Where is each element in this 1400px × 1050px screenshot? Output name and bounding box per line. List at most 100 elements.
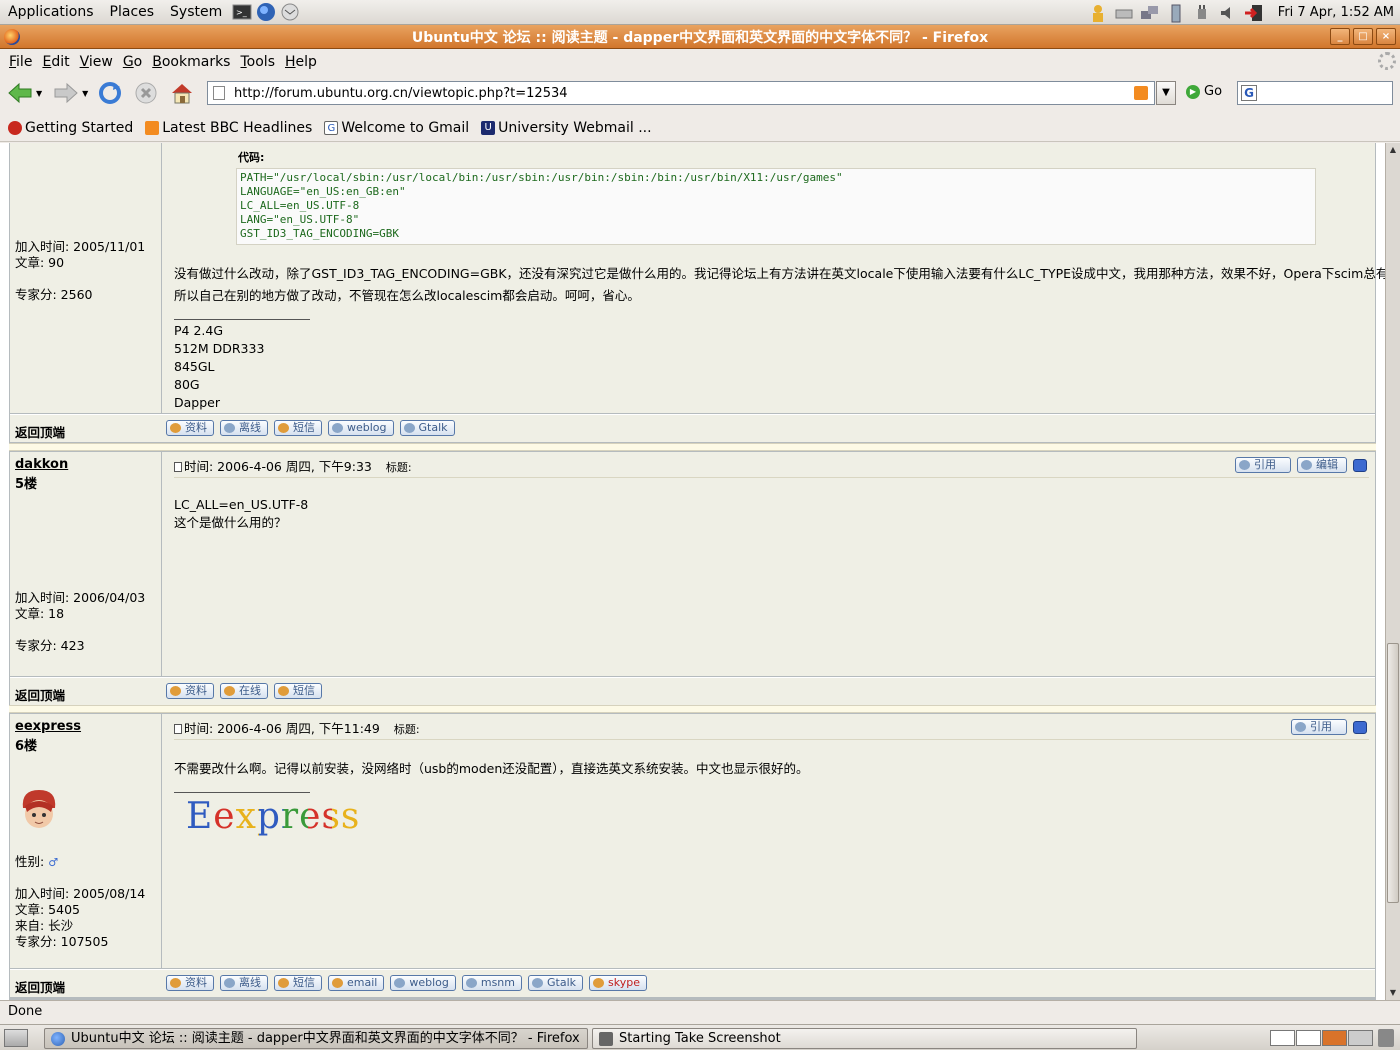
workspace-4[interactable] bbox=[1348, 1030, 1373, 1046]
msn-button[interactable]: msnm bbox=[461, 975, 522, 991]
author-score: 专家分: 107505 bbox=[15, 934, 109, 949]
panel-clock[interactable]: Fri 7 Apr, 1:52 AM bbox=[1278, 5, 1394, 20]
menu-tools[interactable]: Tools bbox=[235, 54, 280, 70]
pm-button[interactable]: 短信 bbox=[274, 975, 322, 991]
gtalk-button[interactable]: Gtalk bbox=[399, 420, 455, 436]
post-text-line: LC_ALL=en_US.UTF-8 bbox=[174, 497, 309, 512]
search-input[interactable]: G bbox=[1237, 81, 1393, 105]
stop-icon[interactable] bbox=[130, 78, 162, 108]
firefox-window-icon[interactable] bbox=[4, 29, 20, 45]
go-button[interactable]: ▶ Go bbox=[1186, 84, 1222, 99]
profile-button[interactable]: 资料 bbox=[166, 420, 214, 436]
forward-arrow-icon[interactable] bbox=[50, 78, 82, 108]
online-button[interactable]: 在线 bbox=[220, 683, 268, 699]
offline-button[interactable]: 离线 bbox=[220, 975, 268, 991]
workspace-2[interactable] bbox=[1296, 1030, 1321, 1046]
back-to-top-link[interactable]: 返回顶端 bbox=[15, 685, 65, 704]
bookmark-gmail[interactable]: G Welcome to Gmail bbox=[324, 120, 469, 136]
weblog-button[interactable]: weblog bbox=[328, 420, 394, 436]
author-username[interactable]: eexpress bbox=[15, 719, 81, 734]
mail-launcher-icon[interactable] bbox=[279, 2, 301, 22]
university-icon: U bbox=[481, 120, 496, 135]
post-document-icon bbox=[174, 462, 182, 472]
code-line: LANGUAGE="en_US:en_GB:en" bbox=[240, 185, 406, 198]
skype-button[interactable]: skype bbox=[589, 975, 647, 991]
trash-icon[interactable] bbox=[1378, 1029, 1394, 1047]
printer-icon[interactable] bbox=[1113, 3, 1135, 23]
menu-help[interactable]: Help bbox=[280, 54, 322, 70]
url-bar[interactable]: http://forum.ubuntu.org.cn/viewtopic.php… bbox=[207, 81, 1155, 105]
back-to-top-link[interactable]: 返回顶端 bbox=[15, 422, 65, 441]
show-desktop-icon[interactable] bbox=[4, 1029, 28, 1047]
bookmark-getting-started[interactable]: Getting Started bbox=[8, 120, 133, 136]
scroll-up-arrow-icon[interactable]: ▲ bbox=[1386, 143, 1400, 157]
author-username[interactable]: dakkon bbox=[15, 457, 68, 472]
weblog-button[interactable]: weblog bbox=[390, 975, 456, 991]
back-to-top-link[interactable]: 返回顶端 bbox=[15, 977, 65, 996]
getting-started-icon bbox=[8, 120, 22, 135]
menu-go[interactable]: Go bbox=[118, 54, 147, 70]
places-menu[interactable]: Places bbox=[102, 0, 163, 25]
ip-info-icon[interactable] bbox=[1353, 458, 1367, 472]
post-text-line: 所以自己在别的地方做了改动，不管现在怎么改localescim都会启动。呵呵，省… bbox=[174, 288, 640, 303]
page-content: 加入时间: 2005/11/01 文章: 90 专家分: 2560 代码: PA… bbox=[0, 143, 1385, 1000]
google-search-icon[interactable]: G bbox=[1241, 85, 1257, 101]
menu-file[interactable]: File bbox=[4, 54, 37, 70]
maximize-button[interactable]: □ bbox=[1353, 28, 1373, 45]
web-browser-launcher-icon[interactable] bbox=[255, 2, 277, 22]
vertical-scrollbar[interactable]: ▲ ▼ bbox=[1385, 143, 1400, 1000]
window-titlebar[interactable]: Ubuntu中文 论坛 :: 阅读主题 - dapper中文界面和英文界面的中文… bbox=[0, 25, 1400, 49]
url-text[interactable]: http://forum.ubuntu.org.cn/viewtopic.php… bbox=[234, 86, 568, 101]
url-history-dropdown[interactable]: ▼ bbox=[1156, 81, 1176, 105]
back-arrow-icon[interactable] bbox=[4, 78, 36, 108]
ip-info-icon[interactable] bbox=[1353, 720, 1367, 734]
post-subject: 标题: bbox=[385, 461, 412, 474]
user-switcher-icon[interactable] bbox=[1087, 3, 1109, 23]
menu-edit[interactable]: Edit bbox=[37, 54, 74, 70]
system-menu[interactable]: System bbox=[162, 0, 230, 25]
pm-button[interactable]: 短信 bbox=[274, 683, 322, 699]
scroll-down-arrow-icon[interactable]: ▼ bbox=[1386, 986, 1400, 1000]
home-icon[interactable] bbox=[166, 78, 198, 108]
post-floor: 5楼 bbox=[15, 477, 38, 492]
close-button[interactable]: × bbox=[1376, 28, 1396, 45]
minimize-button[interactable]: _ bbox=[1330, 28, 1350, 45]
forward-history-chevron-icon[interactable]: ▼ bbox=[82, 89, 88, 98]
workspace-1[interactable] bbox=[1270, 1030, 1295, 1046]
profile-button[interactable]: 资料 bbox=[166, 975, 214, 991]
signature-line: 80G bbox=[174, 377, 200, 392]
offline-button[interactable]: 离线 bbox=[220, 420, 268, 436]
email-button[interactable]: email bbox=[328, 975, 385, 991]
quote-button[interactable]: 引用 bbox=[1235, 457, 1291, 473]
bookmark-bbc-headlines[interactable]: Latest BBC Headlines bbox=[145, 120, 312, 136]
forum-post: dakkon 5楼 加入时间: 2006/04/03 文章: 18 专家分: 4… bbox=[9, 451, 1376, 705]
google-icon: G bbox=[324, 120, 339, 135]
volume-icon[interactable] bbox=[1217, 3, 1239, 23]
battery-icon[interactable] bbox=[1165, 3, 1187, 23]
menu-bookmarks[interactable]: Bookmarks bbox=[147, 54, 235, 70]
applications-menu[interactable]: Applications bbox=[0, 0, 102, 25]
logout-icon[interactable] bbox=[1243, 3, 1265, 23]
pm-button[interactable]: 短信 bbox=[274, 420, 322, 436]
bookmarks-toolbar: Getting Started Latest BBC Headlines G We… bbox=[0, 114, 1400, 142]
taskbar-item-firefox[interactable]: Ubuntu中文 论坛 :: 阅读主题 - dapper中文界面和英文界面的中文… bbox=[44, 1028, 588, 1049]
post-header: 时间: 2006-4-06 周四, 下午11:49 标题: 引用 bbox=[174, 718, 1369, 740]
taskbar-item-screenshot[interactable]: Starting Take Screenshot bbox=[592, 1028, 1137, 1049]
bookmark-university-webmail[interactable]: U University Webmail ... bbox=[481, 120, 652, 136]
rss-feed-icon[interactable] bbox=[1134, 86, 1148, 100]
reload-icon[interactable] bbox=[94, 78, 126, 108]
terminal-launcher-icon[interactable]: >_ bbox=[231, 2, 253, 22]
forum-post: eexpress 6楼 性别: ♂ 加入时间: 2005/08/14 文章: 5… bbox=[9, 713, 1376, 1000]
workspace-3[interactable] bbox=[1322, 1030, 1347, 1046]
quote-button[interactable]: 引用 bbox=[1291, 719, 1347, 735]
author-location: 来自: 长沙 bbox=[15, 918, 74, 933]
gtalk-button[interactable]: Gtalk bbox=[528, 975, 584, 991]
back-history-chevron-icon[interactable]: ▼ bbox=[36, 89, 42, 98]
profile-button[interactable]: 资料 bbox=[166, 683, 214, 699]
power-plug-icon[interactable] bbox=[1191, 3, 1213, 23]
menu-view[interactable]: View bbox=[75, 54, 118, 70]
network-icon[interactable] bbox=[1139, 3, 1161, 23]
scrollbar-thumb[interactable] bbox=[1387, 643, 1399, 903]
go-label: Go bbox=[1204, 84, 1223, 99]
edit-button[interactable]: 编辑 bbox=[1297, 457, 1347, 473]
